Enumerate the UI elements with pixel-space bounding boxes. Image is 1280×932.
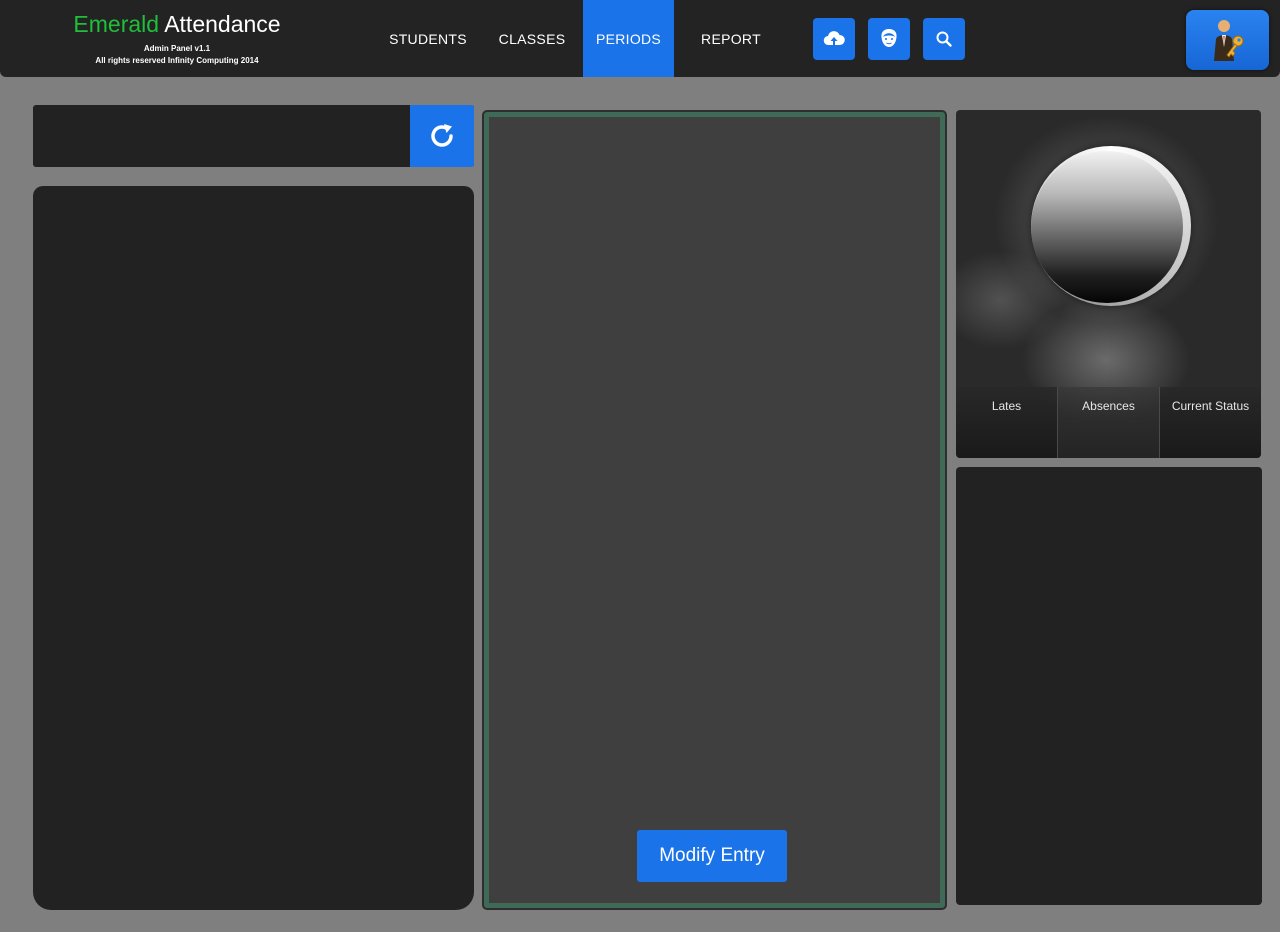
profile-stats-row: Lates Absences Current Status (956, 387, 1261, 458)
nav-students[interactable]: STUDENTS (375, 0, 481, 77)
upload-button[interactable] (813, 18, 855, 60)
search-icon (936, 31, 952, 47)
student-detail-panel (956, 467, 1262, 905)
brand: Emerald Attendance Admin Panel v1.1 All … (60, 10, 294, 66)
period-detail-content (489, 117, 940, 903)
search-button[interactable] (923, 18, 965, 60)
app-title: Emerald Attendance (60, 10, 294, 38)
refresh-icon (431, 124, 453, 147)
student-profile-card: Lates Absences Current Status (956, 110, 1261, 458)
app-title-rest: Attendance (159, 11, 281, 37)
face-icon (881, 29, 897, 47)
modify-entry-button[interactable]: Modify Entry (637, 830, 787, 882)
student-list-panel[interactable] (33, 186, 474, 910)
nav-periods[interactable]: PERIODS (583, 0, 674, 77)
admin-keys-icon (1213, 20, 1243, 61)
admin-account-button[interactable] (1186, 10, 1269, 70)
app-subtitle-copyright: All rights reserved Infinity Computing 2… (95, 56, 259, 65)
cloud-upload-icon (823, 31, 845, 46)
main-nav: STUDENTS CLASSES PERIODS REPORT (375, 0, 788, 77)
stat-current-status[interactable]: Current Status (1159, 387, 1261, 458)
top-bar: Emerald Attendance Admin Panel v1.1 All … (0, 0, 1280, 77)
app-subtitle-version: Admin Panel v1.1 (143, 44, 211, 53)
app-title-accent: Emerald (73, 11, 160, 37)
period-detail-frame (482, 110, 947, 910)
nav-classes[interactable]: CLASSES (481, 0, 583, 77)
nav-report[interactable]: REPORT (674, 0, 788, 77)
stat-lates[interactable]: Lates (956, 387, 1057, 458)
profile-photo (1031, 151, 1183, 303)
student-search-bar (33, 105, 474, 167)
stat-absences[interactable]: Absences (1057, 387, 1159, 458)
students-face-button[interactable] (868, 18, 910, 60)
student-search-input[interactable] (33, 105, 410, 167)
refresh-button[interactable] (410, 105, 474, 167)
